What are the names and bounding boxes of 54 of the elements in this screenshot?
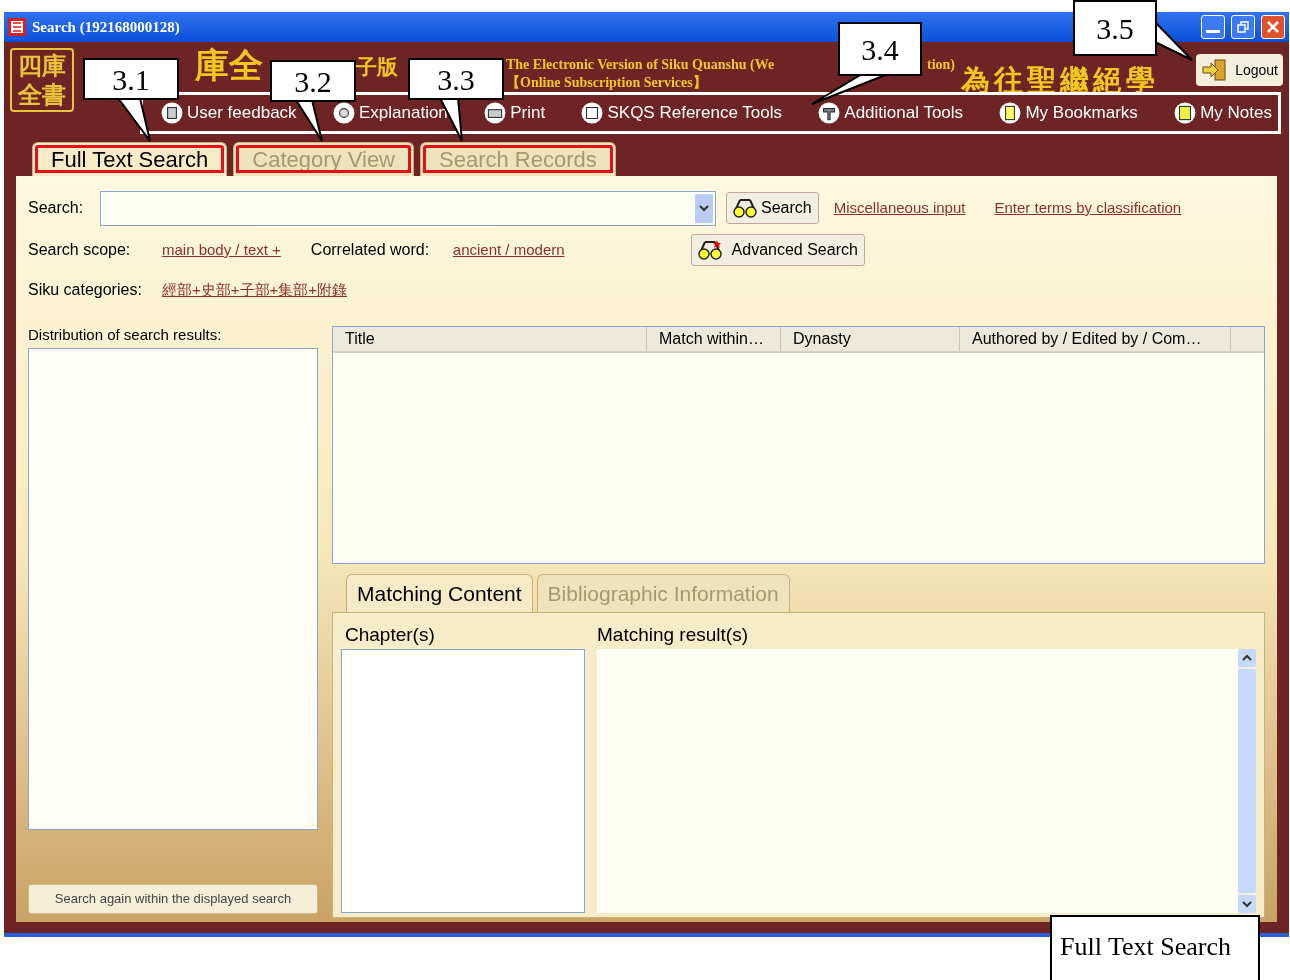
tab[interactable]: Full Text Search: [32, 142, 228, 176]
search-button[interactable]: Search: [726, 192, 819, 224]
distribution-list[interactable]: [28, 348, 318, 830]
app-icon: [8, 18, 26, 36]
scroll-down-icon: [1238, 895, 1256, 913]
search-field[interactable]: [100, 190, 716, 226]
section-label: Matching result(s): [597, 623, 749, 647]
subtitle-text: 【Online Subscription Services】: [506, 74, 707, 92]
link[interactable]: Enter terms by classification: [994, 196, 1182, 220]
column-header[interactable]: Dynasty: [781, 327, 960, 351]
subtitle-text: tion): [927, 56, 955, 74]
scrollbar[interactable]: [1238, 649, 1256, 913]
minimize-icon: [1206, 30, 1220, 33]
field-label: Search scope:: [28, 240, 132, 260]
caption-label: Full Text Search: [1050, 915, 1260, 980]
dropdown-icon: [695, 193, 713, 223]
banner-title: 庫全: [195, 44, 263, 86]
minimize-button[interactable]: [1201, 15, 1225, 39]
chapter-list[interactable]: [341, 649, 585, 913]
scroll-up-icon: [1238, 649, 1256, 667]
field-label: Siku categories:: [28, 280, 143, 300]
callout-label: 3.4: [838, 22, 922, 76]
restore-icon: [1236, 20, 1250, 34]
column-header[interactable]: Match within…: [647, 327, 781, 351]
close-icon: [1266, 20, 1280, 34]
toolbar-item[interactable]: My Bookmarks: [999, 100, 1138, 126]
subtitle-text: The Electronic Version of Siku Quanshu (We: [506, 56, 776, 74]
advanced-search-button[interactable]: Advanced Search: [690, 234, 865, 266]
section-label: Chapter(s): [344, 623, 436, 647]
tab[interactable]: Matching Content: [346, 574, 533, 612]
window-title: Search (192168000128): [32, 17, 180, 37]
close-button[interactable]: [1261, 15, 1285, 39]
field-label: Correlated word:: [310, 240, 431, 260]
field-label: Search:: [28, 198, 85, 218]
results-text-area[interactable]: [597, 649, 1256, 913]
column-header[interactable]: Authored by / Edited by / Com…: [960, 327, 1231, 351]
link[interactable]: Miscellaneous input: [833, 196, 966, 220]
link[interactable]: 經部+史部+子部+集部+附錄: [162, 278, 348, 302]
toolbar-item[interactable]: Additional Tools: [818, 100, 964, 126]
link[interactable]: ancient / modern: [452, 238, 565, 262]
binoculars-icon: [697, 240, 722, 260]
toolbar-item[interactable]: Print: [484, 100, 546, 126]
logout-button[interactable]: Logout: [1196, 54, 1283, 86]
section-label: Distribution of search results:: [28, 325, 223, 345]
banner-title: 子版: [356, 54, 398, 80]
column-header[interactable]: Title: [333, 327, 647, 351]
scroll-thumb[interactable]: [1238, 669, 1256, 893]
search-again-button[interactable]: Search again within the displayed search: [28, 884, 318, 914]
toolbar-item[interactable]: My Notes: [1174, 100, 1272, 126]
toolbar-item[interactable]: SKQS Reference Tools: [581, 100, 782, 126]
binoculars-icon: [733, 198, 757, 218]
link[interactable]: main body / text +: [162, 238, 281, 262]
seal-logo: 四庫全書: [10, 48, 74, 112]
restore-button[interactable]: [1231, 15, 1255, 39]
